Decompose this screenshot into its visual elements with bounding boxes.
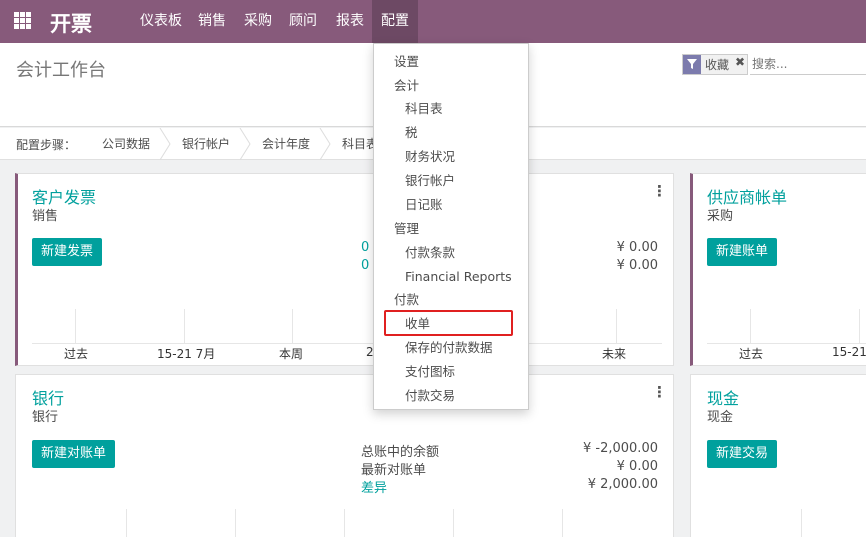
menu-item-settings[interactable]: 设置 [374,50,528,74]
apps-grid-icon[interactable] [14,12,32,30]
graph-label: 15-21 [832,345,866,359]
new-transaction-button[interactable]: 新建交易 [707,440,778,468]
stat-count[interactable]: 0 [361,240,369,255]
step-company-data[interactable]: 公司数据 [102,128,150,160]
chevron-right-icon [158,128,172,160]
menu-item-financial-reports[interactable]: Financial Reports [374,265,528,289]
graph-label: 过去 [64,347,89,361]
step-bank-accounts[interactable]: 银行帐户 [182,128,230,160]
menu-item-payment-transactions[interactable]: 付款交易 [374,384,528,408]
card-subtitle: 现金 [707,410,734,425]
graph-gridline [562,509,563,537]
facet-label: 收藏 [705,58,730,72]
menu-advisor[interactable]: 顾问 [280,0,326,43]
kebab-menu-icon[interactable]: ⋮ [652,383,667,401]
stat-label: 总账中的余额 [361,445,440,460]
cash-card: 现金 现金 新建交易 [690,374,866,537]
graph-gridline [453,509,454,537]
customer-invoices-card: 客户发票 销售 新建发票 ⋮ 0 0 ¥ 0.00 ¥ 0.00 过去 15-2… [15,173,674,366]
app-brand[interactable]: 开票 [50,8,92,38]
menu-item-fiscal-positions[interactable]: 财务状况 [374,145,528,169]
menu-item-payment-icons[interactable]: 支付图标 [374,360,528,384]
graph-baseline [32,343,662,344]
graph-gridline [126,509,127,537]
graph-gridline [750,309,751,343]
menu-reports[interactable]: 报表 [327,0,373,43]
menu-dashboard[interactable]: 仪表板 [131,0,191,43]
graph-gridline [801,509,802,537]
graph-gridline [235,509,236,537]
graph-label: 未来 [602,347,627,361]
chevron-right-icon [318,128,332,160]
menu-header-accounting: 会计 [394,78,420,93]
remove-facet-icon[interactable]: ✖ [735,55,745,69]
menu-configuration[interactable]: 配置 [372,0,418,43]
stat-label: 最新对账单 [361,463,427,478]
new-bill-button[interactable]: 新建账单 [707,238,778,266]
new-statement-button[interactable]: 新建对账单 [32,440,116,468]
menu-purchase[interactable]: 采购 [235,0,281,43]
stat-amount: ¥ -2,000.00 [583,441,658,456]
graph-gridline [859,309,860,343]
step-fiscal-year[interactable]: 会计年度 [262,128,310,160]
menu-item-journals[interactable]: 日记账 [374,193,528,217]
graph-baseline [707,343,866,344]
stat-label[interactable]: 差异 [361,477,387,496]
new-invoice-button[interactable]: 新建发票 [32,238,103,266]
chevron-right-icon [238,128,252,160]
card-subtitle: 银行 [32,410,59,425]
card-subtitle: 销售 [32,209,59,224]
menu-sales[interactable]: 销售 [189,0,235,43]
menu-item-bank-accounts[interactable]: 银行帐户 [374,169,528,193]
stat-count[interactable]: 0 [361,258,369,273]
stat-amount: ¥ 2,000.00 [587,477,658,492]
filter-icon [683,55,701,74]
graph-gridline [616,309,617,343]
stat-amount: ¥ 0.00 [616,240,658,255]
graph-gridline [344,509,345,537]
search-facet[interactable]: 收藏 ✖ [682,54,748,75]
stat-amount: ¥ 0.00 [616,258,658,273]
menu-item-taxes[interactable]: 税 [374,121,528,145]
menu-item-payment-acquirers[interactable]: 收单 [374,312,528,336]
bank-card: 银行 银行 新建对账单 ⋮ 总账中的余额 最新对账单 差异 ¥ -2,000.0… [15,374,674,537]
graph-gridline [184,309,185,343]
graph-label: 本周 [279,347,304,361]
kebab-menu-icon[interactable]: ⋮ [652,182,667,200]
menu-header-management: 管理 [394,221,420,236]
menu-item-chart-of-accounts[interactable]: 科目表 [374,97,528,121]
menu-item-saved-payment-data[interactable]: 保存的付款数据 [374,336,528,360]
search-input[interactable] [750,54,866,75]
graph-label: 15-21 7月 [157,347,216,361]
vendor-bills-card: 供应商帐单 采购 新建账单 过去 15-21 [690,173,866,366]
page-title: 会计工作台 [16,60,106,81]
menu-header-payments: 付款 [394,292,420,307]
configuration-dropdown-menu: 设置 会计 科目表 税 财务状况 银行帐户 日记账 管理 付款条款 Financ… [373,43,529,410]
top-navbar: 开票 仪表板 销售 采购 顾问 报表 配置 [0,0,866,43]
menu-item-payment-terms[interactable]: 付款条款 [374,241,528,265]
graph-gridline [292,309,293,343]
graph-gridline [75,309,76,343]
graph-label: 过去 [739,347,764,361]
stat-amount: ¥ 0.00 [616,459,658,474]
setup-label: 配置步骤： [16,138,77,152]
card-subtitle: 采购 [707,209,734,224]
